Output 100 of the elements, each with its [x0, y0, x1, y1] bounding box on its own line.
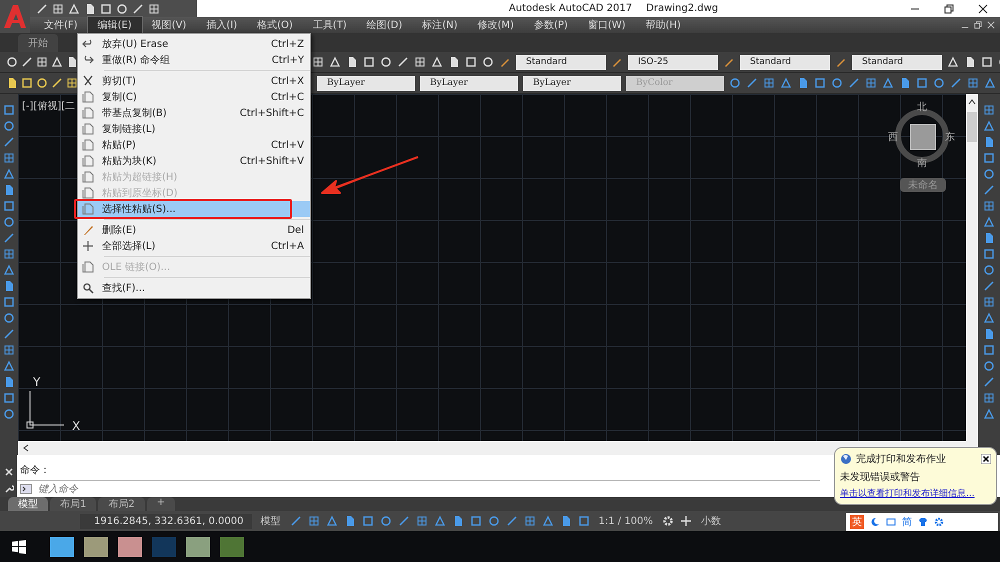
brush-icon[interactable] [835, 56, 847, 68]
layout-tab[interactable]: 布局2 [98, 497, 145, 511]
circle-icon[interactable] [488, 515, 500, 527]
tab[interactable]: 开始 [18, 34, 58, 52]
line-icon[interactable] [983, 280, 995, 292]
horizontal-scrollbar[interactable] [18, 441, 966, 455]
circle-icon[interactable] [983, 168, 995, 180]
menu-item[interactable]: 粘贴为块(K) Ctrl+Shift+V [78, 153, 310, 169]
menu-item[interactable]: 插入(I) [196, 17, 248, 33]
menu-item[interactable]: 工具(T) [302, 17, 357, 33]
command-prompt-icon[interactable] [20, 484, 32, 494]
line-icon[interactable] [3, 328, 15, 340]
application-menu-button[interactable] [0, 0, 30, 33]
shirt-icon[interactable] [918, 517, 928, 527]
square-icon[interactable] [814, 77, 826, 89]
menu-item[interactable]: 参数(P) [524, 17, 578, 33]
line-icon[interactable] [950, 77, 962, 89]
compass-label[interactable]: 西 [888, 130, 898, 144]
document-icon[interactable] [797, 77, 809, 89]
model-space-button[interactable]: 模型 [258, 514, 284, 528]
style-dropdown[interactable]: Standard [852, 54, 942, 70]
compass-label[interactable]: 东 [945, 130, 955, 144]
square-icon[interactable] [983, 344, 995, 356]
menu-item[interactable]: 剪切(T) Ctrl+X [78, 73, 310, 89]
taskbar-app-icon[interactable] [84, 536, 108, 556]
document-icon[interactable] [899, 77, 911, 89]
layout-tab[interactable]: 布局1 [50, 497, 96, 511]
square-icon[interactable] [916, 77, 928, 89]
close-icon[interactable] [981, 454, 991, 464]
menu-item[interactable]: 修改(M) [468, 17, 524, 33]
taskbar-app-icon[interactable] [220, 536, 244, 556]
grid-icon[interactable] [66, 77, 78, 89]
square-icon[interactable] [983, 152, 995, 164]
circle-icon[interactable] [380, 515, 392, 527]
document-icon[interactable] [84, 2, 96, 14]
settings-icon[interactable] [934, 517, 944, 527]
circle-icon[interactable] [729, 77, 741, 89]
taskbar-app-icon[interactable] [118, 536, 142, 556]
command-input[interactable]: 键入命令 [36, 482, 820, 496]
moon-icon[interactable] [870, 517, 880, 527]
circle-icon[interactable] [933, 77, 945, 89]
brush-icon[interactable] [723, 56, 735, 68]
triangle-icon[interactable] [984, 77, 996, 89]
line-icon[interactable] [3, 136, 15, 148]
line-icon[interactable] [983, 184, 995, 196]
menu-item[interactable]: 编辑(E) [88, 17, 142, 33]
triangle-icon[interactable] [983, 312, 995, 324]
square-icon[interactable] [3, 392, 15, 404]
triangle-icon[interactable] [983, 120, 995, 132]
menu-item[interactable]: 帮助(H) [636, 17, 691, 33]
triangle-icon[interactable] [780, 77, 792, 89]
menu-item[interactable]: 全部选择(L) Ctrl+A [78, 238, 310, 254]
square-icon[interactable] [362, 515, 374, 527]
line-icon[interactable] [51, 77, 63, 89]
document-icon[interactable] [6, 77, 18, 89]
menu-item[interactable]: 视图(V) [142, 17, 196, 33]
document-icon[interactable] [66, 56, 78, 68]
menu-item[interactable]: 绘图(D) [356, 17, 412, 33]
plus-icon[interactable] [680, 515, 692, 527]
menu-item[interactable]: 复制链接(L) [78, 121, 310, 137]
triangle-icon[interactable] [3, 360, 15, 372]
circle-icon[interactable] [3, 408, 15, 420]
style-dropdown[interactable]: ISO-25 [628, 54, 718, 70]
line-icon[interactable] [746, 77, 758, 89]
line-icon[interactable] [983, 376, 995, 388]
triangle-icon[interactable] [434, 515, 446, 527]
circle-icon[interactable] [3, 120, 15, 132]
style-dropdown[interactable]: Standard [740, 54, 830, 70]
square-icon[interactable] [470, 515, 482, 527]
compass-label[interactable]: 北 [917, 100, 927, 114]
menu-item[interactable]: 查找(F)... [78, 280, 310, 296]
style-dropdown[interactable]: Standard [516, 54, 606, 70]
document-icon[interactable] [983, 136, 995, 148]
menu-item[interactable]: 文件(F) [34, 17, 88, 33]
menu-item[interactable]: 重做(R) 命令组 Ctrl+Y [78, 52, 310, 68]
property-dropdown[interactable]: ByLayer [420, 76, 518, 90]
circle-icon[interactable] [983, 360, 995, 372]
document-icon[interactable] [983, 328, 995, 340]
brush-icon[interactable] [499, 56, 511, 68]
circle-icon[interactable] [831, 77, 843, 89]
details-link[interactable]: 单击以查看打印和发布详细信息... [840, 488, 975, 500]
square-icon[interactable] [3, 104, 15, 116]
circle-icon[interactable] [983, 264, 995, 276]
menu-item[interactable]: 放弃(U) Erase Ctrl+Z [78, 36, 310, 52]
triangle-icon[interactable] [983, 216, 995, 228]
square-icon[interactable] [3, 200, 15, 212]
document-icon[interactable] [448, 56, 460, 68]
annotation-scale[interactable]: 1:1 / 100% [596, 516, 656, 526]
taskbar-app-icon[interactable] [186, 536, 210, 556]
triangle-icon[interactable] [3, 264, 15, 276]
triangle-icon[interactable] [542, 515, 554, 527]
triangle-icon[interactable] [983, 408, 995, 420]
units-dropdown[interactable]: 小数 [698, 514, 724, 528]
square-icon[interactable] [578, 515, 590, 527]
square-icon[interactable] [21, 77, 33, 89]
restore-icon[interactable] [944, 4, 954, 14]
line-icon[interactable] [398, 515, 410, 527]
circle-icon[interactable] [36, 77, 48, 89]
triangle-icon[interactable] [3, 168, 15, 180]
document-icon[interactable] [3, 184, 15, 196]
